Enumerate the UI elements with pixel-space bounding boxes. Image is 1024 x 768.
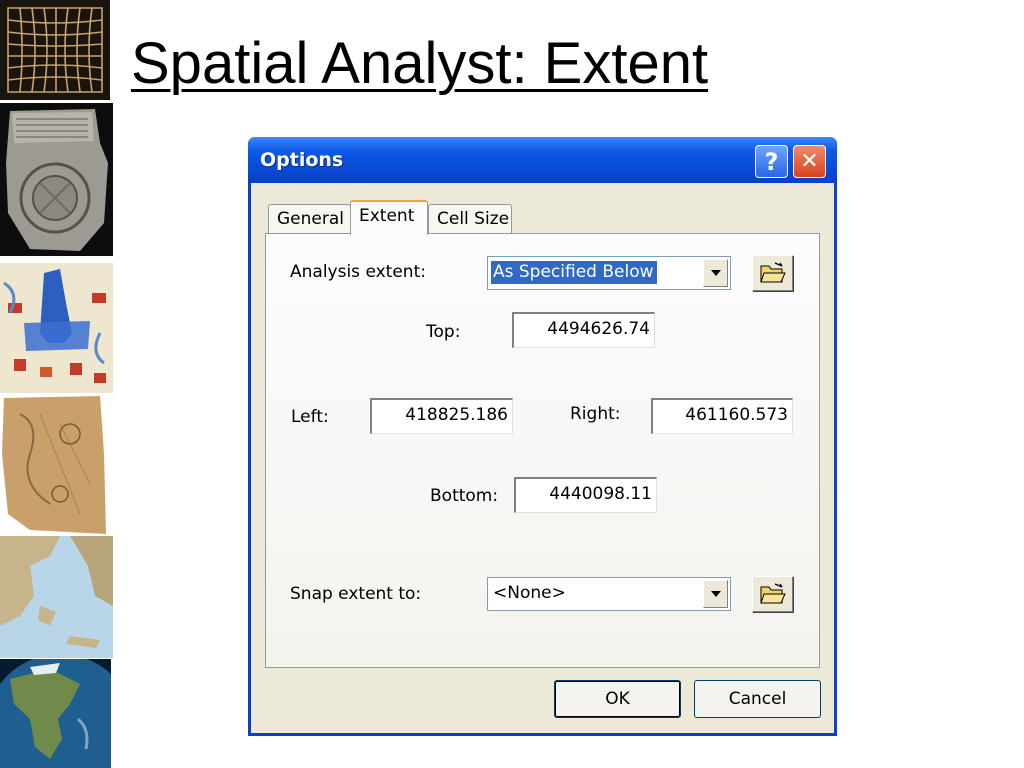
- right-input[interactable]: 461160.573: [651, 398, 793, 434]
- tab-general[interactable]: General: [268, 204, 351, 234]
- open-folder-icon: [759, 262, 786, 283]
- tab-extent[interactable]: Extent: [350, 200, 428, 235]
- snap-extent-selected: <None>: [493, 583, 566, 603]
- analysis-extent-selected: As Specified Below: [491, 261, 657, 284]
- clay-tablet-map-thumbnail: [0, 103, 113, 256]
- top-label: Top:: [426, 322, 461, 342]
- left-label: Left:: [291, 407, 329, 427]
- tab-cell-size[interactable]: Cell Size: [428, 204, 512, 234]
- analysis-extent-dropdown[interactable]: As Specified Below: [487, 256, 731, 290]
- aegean-map-thumbnail: [0, 536, 113, 658]
- right-label: Right:: [570, 404, 621, 424]
- bottom-label: Bottom:: [430, 486, 499, 506]
- left-input[interactable]: 418825.186: [370, 398, 513, 434]
- dropdown-arrow-icon[interactable]: [703, 580, 728, 608]
- help-button[interactable]: ?: [755, 145, 788, 178]
- analysis-extent-browse-button[interactable]: [752, 255, 793, 291]
- parchment-map-thumbnail: [0, 394, 107, 536]
- dropdown-arrow-icon[interactable]: [703, 259, 728, 287]
- globe-thumbnail: [0, 659, 111, 768]
- dialog-titlebar[interactable]: Options ? ✕: [248, 137, 837, 183]
- ok-button[interactable]: OK: [554, 680, 681, 718]
- grid-map-thumbnail: [0, 0, 110, 100]
- slide-title: Spatial Analyst: Extent: [131, 31, 709, 96]
- medieval-map-thumbnail: [0, 263, 113, 393]
- extent-tab-panel: Analysis extent: As Specified Below Top:…: [265, 233, 820, 668]
- snap-extent-label: Snap extent to:: [290, 584, 422, 604]
- close-button[interactable]: ✕: [793, 145, 826, 178]
- dialog-title: Options: [260, 149, 344, 171]
- snap-extent-browse-button[interactable]: [752, 576, 793, 612]
- analysis-extent-label: Analysis extent:: [290, 262, 426, 282]
- snap-extent-dropdown[interactable]: <None>: [487, 577, 731, 611]
- top-input[interactable]: 4494626.74: [512, 312, 655, 348]
- open-folder-icon: [759, 583, 786, 604]
- options-dialog: Options ? ✕ General Extent Cell Size Ana…: [248, 137, 837, 736]
- cancel-button[interactable]: Cancel: [694, 680, 821, 718]
- dialog-client-area: General Extent Cell Size Analysis extent…: [251, 183, 834, 733]
- bottom-input[interactable]: 4440098.11: [514, 477, 657, 513]
